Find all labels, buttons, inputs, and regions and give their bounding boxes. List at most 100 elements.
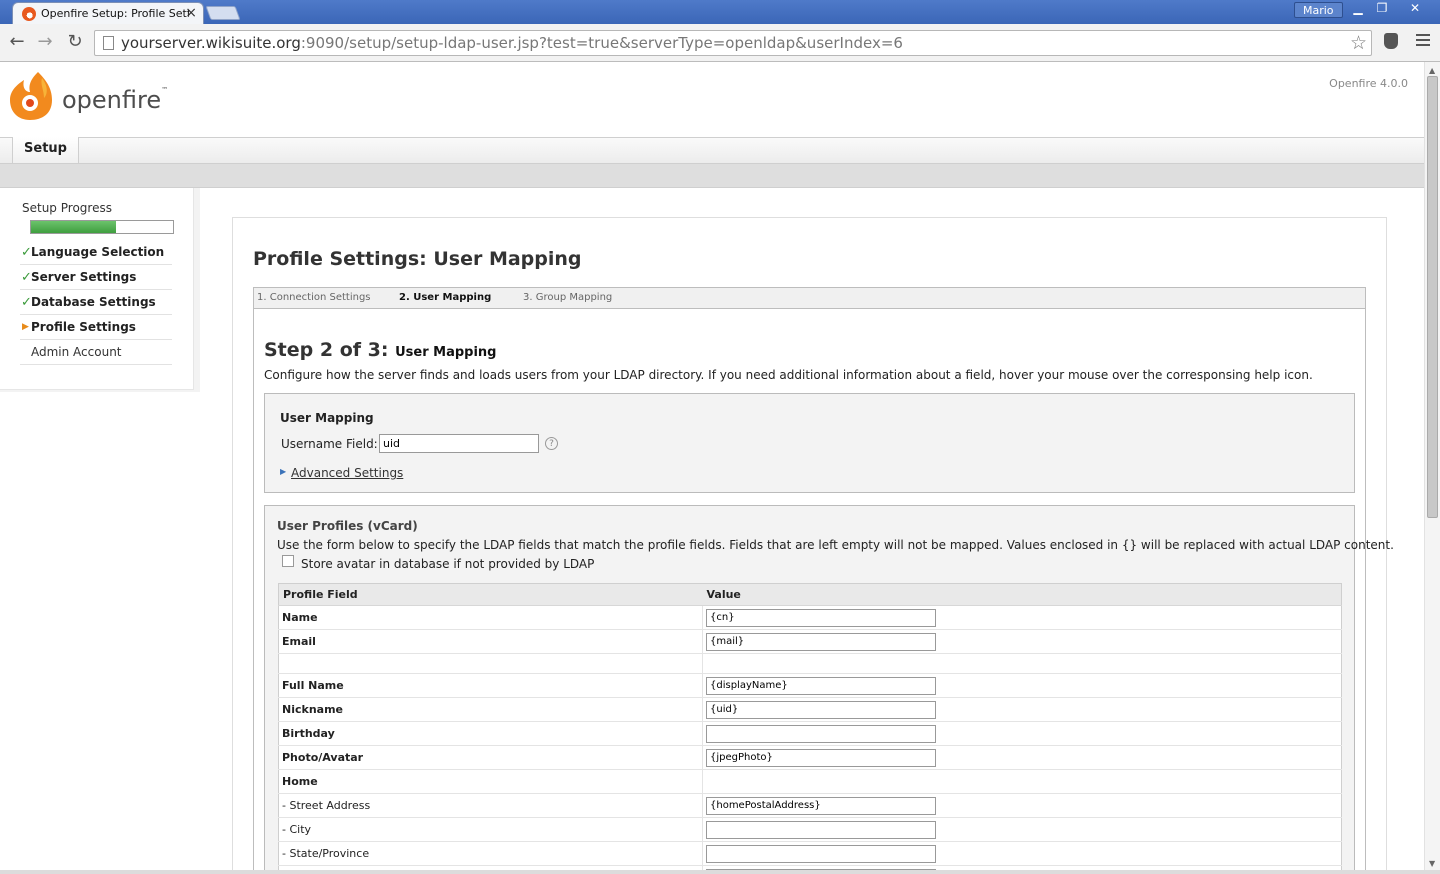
table-row: Photo/Avatar	[278, 745, 1342, 770]
profile-field-label: Name	[278, 605, 703, 630]
profile-user-badge[interactable]: Mario	[1294, 2, 1343, 18]
subtab-user-mapping[interactable]: 2. User Mapping	[399, 292, 491, 303]
star-icon[interactable]: ☆	[1350, 32, 1367, 54]
sidebar-step-label: Language Selection	[31, 245, 165, 259]
logo-wordmark: openfire™	[62, 86, 168, 114]
address-bar[interactable]: yourserver.wikisuite.org:9090/setup/setu…	[94, 30, 1372, 56]
profile-value-cell	[702, 721, 1342, 746]
table-row: - Street Address	[278, 793, 1342, 818]
setup-steps-list: ✓ Language Selection ✓ Server Settings ✓ Data…	[20, 240, 172, 365]
reload-icon[interactable]: ↻	[64, 32, 86, 54]
back-icon[interactable]: ←	[6, 32, 28, 54]
username-field-input[interactable]	[379, 434, 539, 453]
profile-value-input[interactable]	[706, 676, 936, 695]
username-field-label: Username Field:	[281, 437, 378, 451]
profile-field-label: Home	[278, 769, 703, 794]
profile-field-label: - Street Address	[278, 793, 703, 818]
forward-icon[interactable]: →	[34, 32, 56, 54]
tab-title: Openfire Setup: Profile Settings	[41, 7, 189, 20]
page-icon	[103, 36, 114, 50]
logo-text: openfire	[62, 86, 162, 114]
menu-icon[interactable]	[1416, 34, 1430, 49]
openfire-logo-icon	[10, 72, 52, 120]
url-text[interactable]: yourserver.wikisuite.org:9090/setup/setu…	[121, 34, 903, 52]
progress-label: Setup Progress	[22, 201, 112, 215]
sidebar-step-database-settings: ✓ Database Settings	[20, 290, 172, 315]
browser-tab[interactable]: Openfire Setup: Profile Settings ×	[12, 2, 204, 24]
page-title: Profile Settings: User Mapping	[253, 248, 582, 270]
profile-field-label: Nickname	[278, 697, 703, 722]
col-profile-field: Profile Field	[278, 583, 703, 606]
profile-value-input[interactable]	[706, 844, 936, 863]
profile-value-cell	[702, 673, 1342, 698]
sub-navigation-bar	[0, 164, 1424, 188]
profile-field-label: - City	[278, 817, 703, 842]
profile-value-input[interactable]	[706, 724, 936, 743]
expand-arrow-icon[interactable]: ▶	[280, 467, 286, 476]
extension-icon[interactable]	[1384, 33, 1398, 49]
store-avatar-checkbox[interactable]	[282, 555, 294, 567]
col-value: Value	[702, 583, 1342, 606]
vertical-scrollbar[interactable]: ▲ ▼	[1424, 62, 1440, 870]
table-row: Full Name	[278, 673, 1342, 698]
step-counter: Step 2 of 3:	[264, 339, 389, 361]
profile-field-label: - State/Province	[278, 841, 703, 866]
profile-value-cell	[702, 841, 1342, 866]
profile-value-input[interactable]	[706, 700, 936, 719]
checkmark-icon: ✓	[21, 295, 32, 310]
profile-value-input[interactable]	[706, 632, 936, 651]
profile-value-cell	[702, 769, 1342, 794]
sidebar-step-label: Profile Settings	[31, 320, 136, 334]
profile-field-label: Email	[278, 629, 703, 654]
store-avatar-label: Store avatar in database if not provided…	[301, 557, 595, 571]
checkmark-icon: ✓	[21, 245, 32, 260]
window-close-icon[interactable]: ✕	[1396, 1, 1434, 17]
url-host: yourserver.wikisuite.org	[121, 34, 301, 52]
vcard-title: User Profiles (vCard)	[277, 519, 418, 533]
wizard-step-tabs: 1. Connection Settings 2. User Mapping 3…	[253, 287, 1366, 309]
advanced-settings-link[interactable]: Advanced Settings	[291, 466, 403, 480]
minimize-icon[interactable]: ▁	[1346, 1, 1370, 17]
table-row: Email	[278, 629, 1342, 654]
profile-value-cell	[702, 605, 1342, 630]
table-header-row: Profile Field Value	[278, 583, 1342, 606]
profile-field-label	[278, 653, 703, 674]
profile-value-input[interactable]	[706, 796, 936, 815]
page-viewport: openfire™ Openfire 4.0.0 Setup Setup Pro…	[0, 62, 1424, 870]
profile-value-cell	[702, 745, 1342, 770]
wizard-content-box: Step 2 of 3: User Mapping Configure how …	[253, 309, 1394, 870]
new-tab-button[interactable]	[205, 6, 241, 20]
sidebar-step-profile-settings: ▶ Profile Settings	[20, 315, 172, 340]
vcard-description: Use the form below to specify the LDAP f…	[277, 538, 1394, 552]
profile-value-cell	[702, 653, 1342, 674]
table-row: - City	[278, 817, 1342, 842]
profile-value-input[interactable]	[706, 748, 936, 767]
scroll-down-arrow-icon[interactable]: ▼	[1429, 859, 1435, 868]
scroll-up-arrow-icon[interactable]: ▲	[1429, 66, 1435, 75]
profile-value-cell	[702, 629, 1342, 654]
main-tabbar: Setup	[0, 137, 1424, 164]
profile-fields-table: Profile Field Value NameEmail Full NameNi…	[278, 583, 1342, 870]
table-row	[278, 653, 1342, 674]
restore-icon[interactable]: ❐	[1370, 1, 1394, 17]
step-description: Configure how the server finds and loads…	[264, 368, 1313, 382]
help-icon[interactable]: ?	[545, 437, 558, 450]
logo-trademark: ™	[161, 86, 169, 94]
table-row: Nickname	[278, 697, 1342, 722]
sidebar-step-admin-account: Admin Account	[20, 340, 172, 365]
browser-toolbar: ← → ↻ yourserver.wikisuite.org:9090/setu…	[0, 24, 1440, 62]
profile-value-cell	[702, 793, 1342, 818]
browser-titlebar: Openfire Setup: Profile Settings × Mario…	[0, 0, 1440, 24]
subtab-connection-settings[interactable]: 1. Connection Settings	[257, 292, 371, 303]
profile-value-cell	[702, 697, 1342, 722]
tab-close-icon[interactable]: ×	[185, 5, 197, 21]
tab-setup[interactable]: Setup	[12, 137, 79, 164]
scrollbar-thumb[interactable]	[1427, 76, 1438, 518]
profile-value-input[interactable]	[706, 608, 936, 627]
profile-value-input[interactable]	[706, 820, 936, 839]
sidebar-step-label: Database Settings	[31, 295, 156, 309]
subtab-group-mapping[interactable]: 3. Group Mapping	[523, 292, 612, 303]
table-row: Home	[278, 769, 1342, 794]
openfire-favicon-icon	[22, 7, 36, 21]
sidebar-step-label: Admin Account	[31, 345, 122, 359]
